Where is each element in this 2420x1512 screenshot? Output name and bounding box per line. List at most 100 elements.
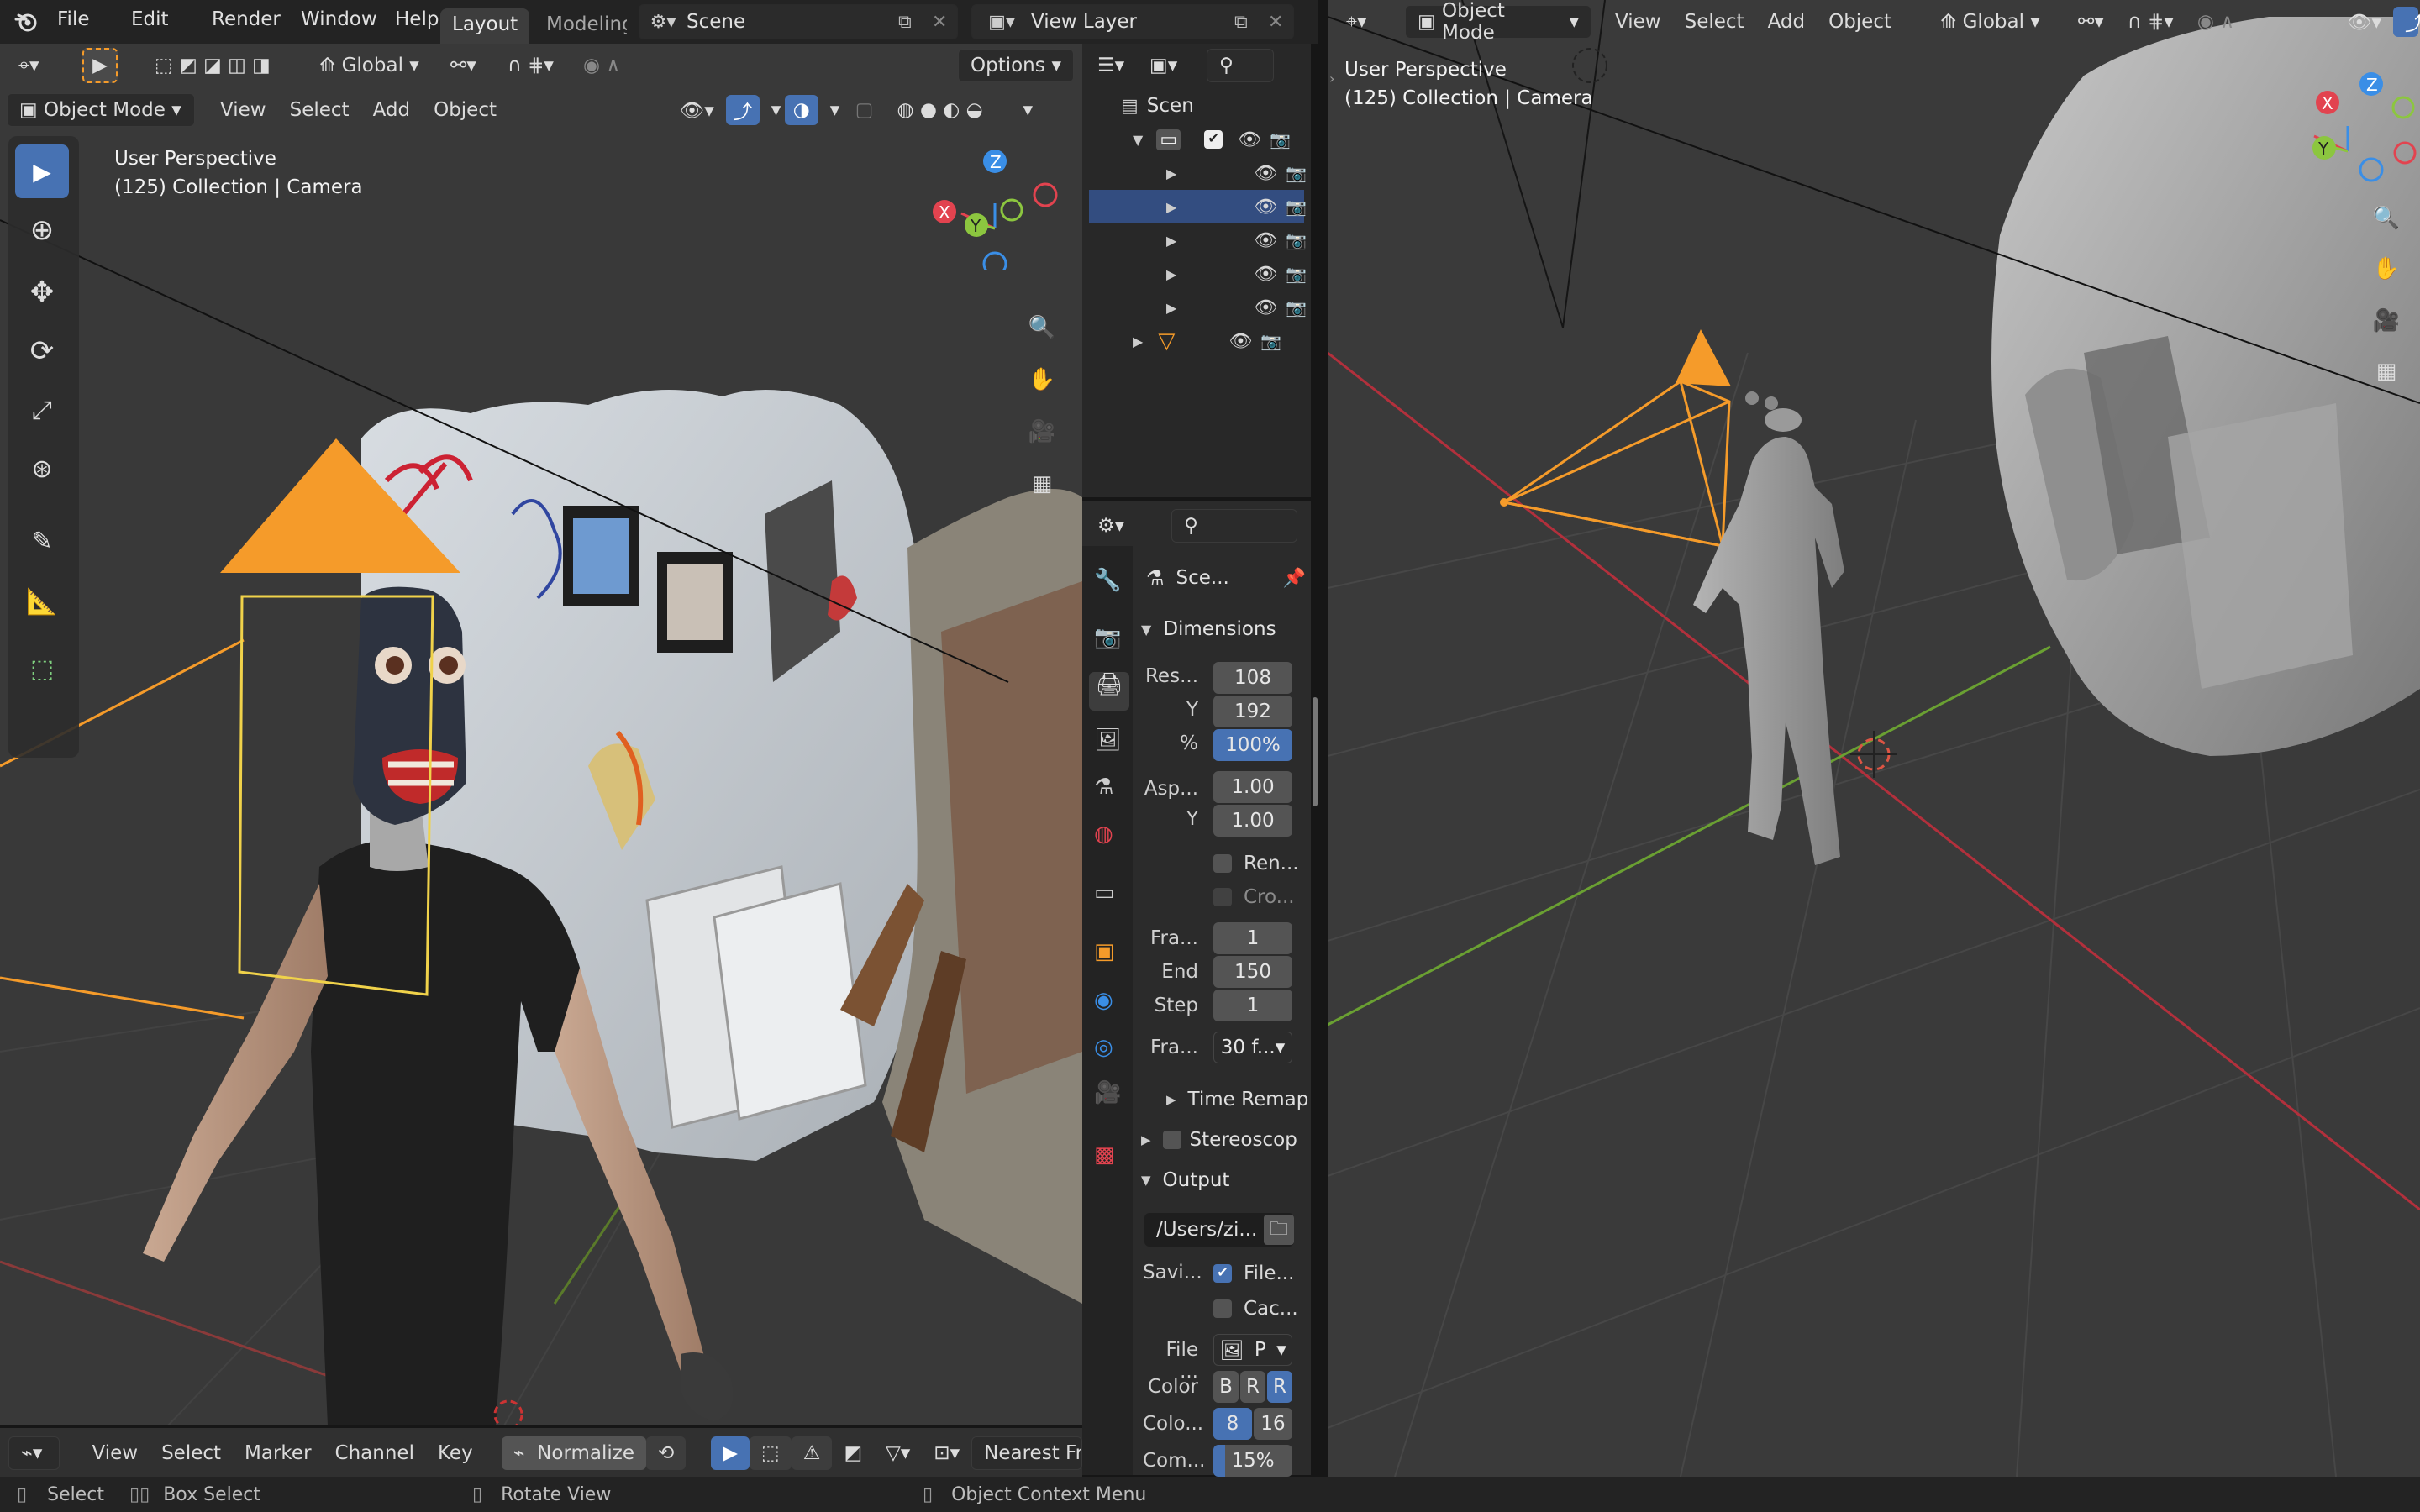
auto-snap-dropdown[interactable]: Nearest Fra [971, 1436, 1082, 1470]
file-extensions-checkbox[interactable]: ✔ [1213, 1264, 1232, 1283]
pan-hand-icon[interactable]: ✋ [1020, 358, 1064, 402]
gizmo-icon[interactable]: ⤴ [2393, 7, 2420, 37]
menu-add[interactable]: Add [361, 93, 423, 127]
selection-modes-icon[interactable]: ⬚ ◩ ◪ ◫ ◨ [143, 49, 294, 82]
expand-arrow-icon[interactable]: ▼ [1133, 132, 1143, 148]
tab-tool-icon[interactable]: 🔧 [1094, 568, 1121, 593]
right-3d-viewport[interactable]: ⌖▾ ▣ Object Mode ▾ View Select Add Objec… [1328, 0, 2420, 1477]
frame-step-field[interactable]: 1 [1213, 990, 1292, 1021]
render-camera-icon[interactable]: 📷 [1286, 264, 1307, 284]
res-x-field[interactable]: 108 [1213, 662, 1292, 694]
visibility-eye-icon[interactable]: 👁 [1254, 297, 1277, 318]
camera-view-icon[interactable]: 🎥 [2365, 299, 2408, 343]
shading-dropdown-icon[interactable]: ▾ [1012, 93, 1045, 127]
tab-scene-icon[interactable]: ⚗ [1094, 774, 1113, 800]
pivot-point-icon[interactable]: ⚯▾ [439, 49, 496, 82]
blender-logo-icon[interactable] [13, 8, 40, 35]
proportional-edit-icon[interactable]: ◉ ∧ [2186, 5, 2246, 39]
timeline-menu-view[interactable]: View [80, 1436, 150, 1470]
outliner-row-object-4[interactable]: ▶ 👁 📷 [1089, 257, 1307, 291]
tool-transform[interactable]: ⊛ [15, 442, 69, 496]
select-tool-icon[interactable]: ▶ [82, 48, 118, 83]
file-extensions-checkbox-row[interactable]: ✔ File... [1213, 1258, 1294, 1289]
visibility-icon[interactable]: 👁▾ [2335, 5, 2393, 39]
timeline-menu-select[interactable]: Select [150, 1436, 233, 1470]
outliner-row-object-3[interactable]: ▶ 👁 📷 [1089, 223, 1307, 257]
time-remap-panel-header[interactable]: ▶ Time Remap [1166, 1084, 1308, 1116]
tab-collection-icon[interactable]: ▭ [1094, 880, 1115, 906]
output-path-field[interactable]: /Users/zi... 🗀 [1144, 1213, 1294, 1247]
tool-scale[interactable]: ⤢ [15, 383, 69, 437]
crop-checkbox[interactable] [1213, 888, 1232, 906]
visibility-eye-icon[interactable]: 👁 [1238, 129, 1261, 150]
timeline-menu-channel[interactable]: Channel [324, 1436, 426, 1470]
tool-add-cube[interactable]: ⬚ [15, 642, 69, 696]
color-mode-rgba[interactable]: R [1267, 1371, 1292, 1403]
copy-scene-icon[interactable]: ⧉ [898, 12, 932, 33]
copy-view-layer-icon[interactable]: ⧉ [1234, 12, 1268, 33]
menu-select[interactable]: Select [1673, 5, 1756, 39]
toolbar-expand-arrow-icon[interactable]: › [1329, 71, 1334, 87]
render-camera-icon[interactable]: 📷 [1286, 297, 1307, 318]
res-y-field[interactable]: 192 [1213, 696, 1292, 727]
tab-world-icon[interactable]: ◍ [1094, 822, 1113, 847]
tab-constraints-icon[interactable]: 🎥 [1094, 1080, 1121, 1105]
menu-file[interactable]: File [57, 8, 131, 30]
color-mode-bw[interactable]: B [1213, 1371, 1239, 1403]
cache-result-checkbox[interactable] [1213, 1299, 1232, 1318]
res-percent-field[interactable]: 100% [1213, 729, 1292, 761]
navigation-gizmo[interactable]: Z X Y [924, 144, 1067, 270]
navigation-gizmo[interactable]: Z X Y [2277, 67, 2420, 193]
expand-arrow-icon[interactable]: ▶ [1166, 165, 1176, 181]
editor-type-icon[interactable]: ⌖▾ [7, 49, 66, 82]
dimensions-panel-header[interactable]: ▼ Dimensions [1141, 613, 1304, 645]
cache-result-checkbox-row[interactable]: Cac... [1213, 1294, 1298, 1324]
display-mode-icon[interactable]: ▣▾ [1138, 49, 1190, 82]
transform-orientation-dropdown[interactable]: ⟰ Global ▾ [308, 49, 439, 82]
color-depth-8[interactable]: 8 [1213, 1408, 1252, 1440]
close-scene-icon[interactable]: ✕ [932, 12, 957, 33]
menu-view[interactable]: View [1603, 5, 1673, 39]
crop-checkbox-row[interactable]: Cro... [1213, 882, 1295, 912]
tool-rotate[interactable]: ⟳ [15, 324, 69, 378]
close-view-layer-icon[interactable]: ✕ [1268, 12, 1293, 33]
gizmo-icon[interactable]: ⤴ [725, 95, 760, 125]
stereoscopy-panel-header[interactable]: ▶ Stereoscop [1141, 1124, 1297, 1156]
visibility-eye-icon[interactable]: 👁 [1254, 163, 1277, 184]
ortho-grid-icon[interactable]: ▦ [1020, 462, 1064, 506]
expand-arrow-icon[interactable]: ▶ [1166, 199, 1176, 215]
overlays-dropdown-icon[interactable]: ▾ [818, 93, 844, 127]
outliner-search-icon[interactable]: ⚲ [1207, 49, 1274, 82]
pivot-point-icon[interactable]: ⚯▾ [2066, 5, 2116, 39]
editor-type-icon[interactable]: ⌖▾ [1334, 5, 1393, 39]
color-mode-rgb[interactable]: R [1240, 1371, 1265, 1403]
tab-object-icon[interactable]: ▣ [1094, 939, 1115, 964]
scene-selector[interactable]: ⚙▾ Scene ⧉ ✕ [639, 4, 958, 39]
xray-icon[interactable]: ▢ [844, 93, 886, 127]
outliner-row-object-5[interactable]: ▶ 👁 📷 [1089, 291, 1307, 324]
aspect-x-field[interactable]: 1.00 [1213, 771, 1292, 803]
tab-output-icon[interactable]: 🖨 [1089, 672, 1129, 711]
snap-mode-icon[interactable]: ⊡▾ [922, 1436, 971, 1470]
visibility-eye-icon[interactable]: 👁 [1228, 331, 1252, 352]
visibility-eye-icon[interactable]: 👁 [1254, 197, 1277, 218]
render-camera-icon[interactable]: 📷 [1286, 197, 1307, 217]
ortho-grid-icon[interactable]: ▦ [2365, 349, 2408, 393]
camera-view-icon[interactable]: 🎥 [1020, 410, 1064, 454]
frame-start-field[interactable]: 1 [1213, 922, 1292, 954]
mode-dropdown[interactable]: ▣ Object Mode ▾ [7, 93, 195, 127]
compression-slider[interactable]: 15% [1213, 1445, 1292, 1477]
render-camera-icon[interactable]: 📷 [1286, 230, 1307, 250]
only-errors-icon[interactable]: ⚠ [791, 1436, 833, 1470]
gizmo-dropdown-icon[interactable]: ▾ [760, 93, 785, 127]
menu-add[interactable]: Add [1756, 5, 1818, 39]
tab-physics-icon[interactable]: ◎ [1094, 1035, 1113, 1060]
snap-icon[interactable]: ∩ ⋕▾ [2116, 5, 2186, 39]
pan-hand-icon[interactable]: ✋ [2365, 247, 2408, 291]
visibility-eye-icon[interactable]: 👁 [1254, 230, 1277, 251]
filters-icon[interactable]: ▽▾ [874, 1436, 922, 1470]
pin-icon[interactable]: 📌 [1283, 568, 1306, 589]
properties-editor-type-icon[interactable]: ⚙▾ [1086, 509, 1138, 543]
render-region-checkbox[interactable] [1213, 854, 1232, 873]
view-layer-name[interactable]: View Layer [1031, 11, 1234, 33]
